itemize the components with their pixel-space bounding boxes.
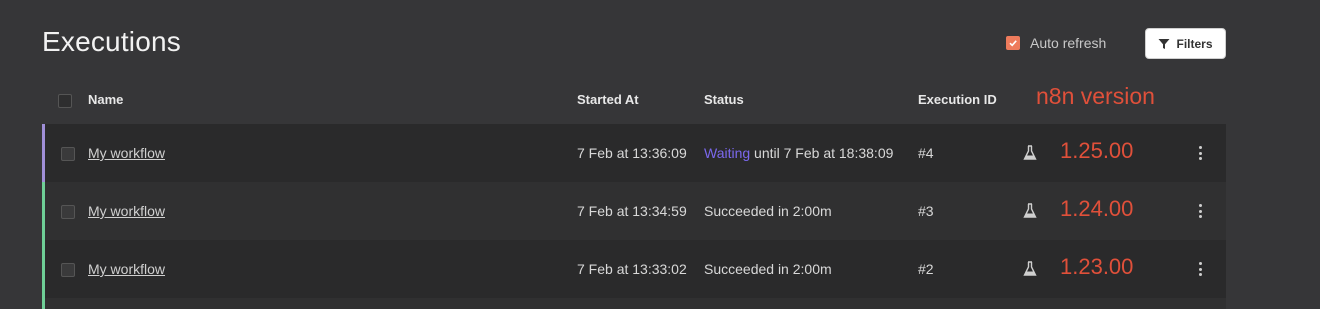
n8n-version: 1.24.00 [1060,196,1134,221]
flask-icon[interactable] [1023,203,1037,219]
workflow-name-link[interactable]: My workflow [88,261,165,277]
auto-refresh-checkbox[interactable] [1006,36,1020,50]
executions-list: My workflow 7 Feb at 13:36:09 Waiting un… [42,124,1226,309]
execution-id: #4 [918,145,934,161]
header-name[interactable]: Name [88,92,123,107]
started-at: 7 Feb at 13:36:09 [577,145,687,161]
n8n-version: 1.25.00 [1060,138,1134,163]
filters-button-label: Filters [1176,36,1213,51]
auto-refresh-toggle[interactable]: Auto refresh [1006,35,1106,51]
auto-refresh-label: Auto refresh [1030,35,1107,51]
started-at: 7 Feb at 13:33:02 [577,261,687,277]
select-all-checkbox[interactable] [58,94,72,108]
n8n-version: 1.23.00 [1060,254,1134,279]
flask-icon[interactable] [1023,145,1037,161]
started-at: 7 Feb at 13:34:59 [577,203,687,219]
check-icon [1009,40,1017,47]
row-menu-icon[interactable] [1197,262,1203,276]
header-started-at[interactable]: Started At [577,92,639,107]
header-execution-id[interactable]: Execution ID [918,92,997,107]
filters-button[interactable]: Filters [1145,28,1226,59]
table-row[interactable]: My workflow 7 Feb at 13:33:02 Succeeded … [42,240,1226,298]
status: Succeeded in 2:00m [704,203,832,219]
row-checkbox[interactable] [61,147,75,161]
table-row[interactable]: My workflow 7 Feb at 13:34:59 Succeeded … [42,182,1226,240]
header-status[interactable]: Status [704,92,744,107]
status: Waiting until 7 Feb at 18:38:09 [704,145,893,161]
page-title: Executions [42,26,181,57]
status-waiting: Waiting [704,145,751,161]
table-row[interactable]: My workflow 7 Feb at 13:36:09 Waiting un… [42,124,1226,182]
flask-icon[interactable] [1023,261,1037,277]
workflow-name-link[interactable]: My workflow [88,203,165,219]
workflow-name-link[interactable]: My workflow [88,145,165,161]
row-checkbox[interactable] [61,263,75,277]
execution-id: #3 [918,203,934,219]
version-annotation-label: n8n version [1036,83,1155,109]
row-menu-icon[interactable] [1197,204,1203,218]
filter-icon [1158,38,1170,49]
row-menu-icon[interactable] [1197,146,1203,160]
status-text: until 7 Feb at 18:38:09 [750,145,894,161]
table-row[interactable] [42,298,1226,309]
status: Succeeded in 2:00m [704,261,832,277]
row-checkbox[interactable] [61,205,75,219]
execution-id: #2 [918,261,934,277]
